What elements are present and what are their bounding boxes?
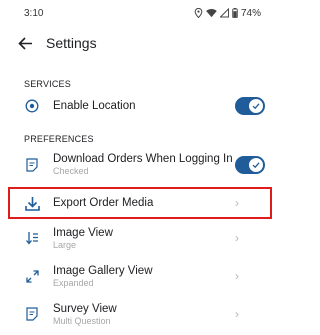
- image-gallery-view-label: Image Gallery View: [53, 264, 153, 277]
- download-orders-label: Download Orders When Logging In: [53, 153, 233, 165]
- wifi-icon: [206, 9, 217, 18]
- battery-icon: [232, 8, 238, 18]
- survey-icon: [24, 306, 40, 322]
- expand-icon: [24, 268, 40, 284]
- section-header-preferences: PREFERENCES: [24, 134, 94, 144]
- battery-level: 74%: [240, 7, 261, 19]
- back-button[interactable]: [16, 34, 34, 52]
- status-icons: 74%: [194, 8, 261, 19]
- image-gallery-view-value: Expanded: [53, 277, 94, 288]
- status-time: 3:10: [24, 7, 44, 19]
- page-title: Settings: [46, 35, 97, 51]
- location-status-icon: [194, 8, 203, 18]
- download-orders-value: Checked: [53, 166, 89, 176]
- chevron-right-icon: ›: [235, 231, 239, 245]
- toggle-knob: [249, 157, 263, 172]
- check-icon: [252, 161, 260, 168]
- chevron-right-icon: ›: [235, 269, 239, 283]
- survey-view-row[interactable]: Survey View Multi Question ›: [0, 295, 273, 333]
- app-bar: Settings: [0, 26, 273, 60]
- enable-location-toggle[interactable]: [235, 96, 265, 115]
- survey-view-value: Multi Question: [53, 315, 111, 326]
- export-order-media-row[interactable]: Export Order Media ›: [0, 187, 273, 219]
- chevron-right-icon: ›: [235, 307, 239, 321]
- image-gallery-view-row[interactable]: Image Gallery View Expanded ›: [0, 257, 273, 295]
- sort-icon: [24, 230, 40, 246]
- download-orders-toggle[interactable]: [235, 155, 265, 174]
- location-icon: [24, 98, 40, 114]
- back-arrow-icon: [17, 36, 32, 50]
- enable-location-row[interactable]: Enable Location: [0, 92, 273, 119]
- selection-highlight: [8, 187, 272, 219]
- toggle-knob: [249, 98, 263, 113]
- image-view-value: Large: [53, 239, 77, 250]
- survey-view-label: Survey View: [53, 302, 117, 315]
- status-bar: 3:10 74%: [0, 0, 273, 26]
- section-header-services: SERVICES: [24, 79, 71, 89]
- check-icon: [252, 102, 260, 109]
- chevron-right-icon: ›: [235, 196, 239, 210]
- image-view-label: Image View: [53, 226, 113, 239]
- document-icon: [24, 157, 40, 173]
- enable-location-label: Enable Location: [53, 99, 136, 112]
- signal-icon: [219, 8, 229, 18]
- image-view-row[interactable]: Image View Large ›: [0, 219, 273, 257]
- download-orders-row[interactable]: Download Orders When Logging In Checked: [0, 147, 273, 182]
